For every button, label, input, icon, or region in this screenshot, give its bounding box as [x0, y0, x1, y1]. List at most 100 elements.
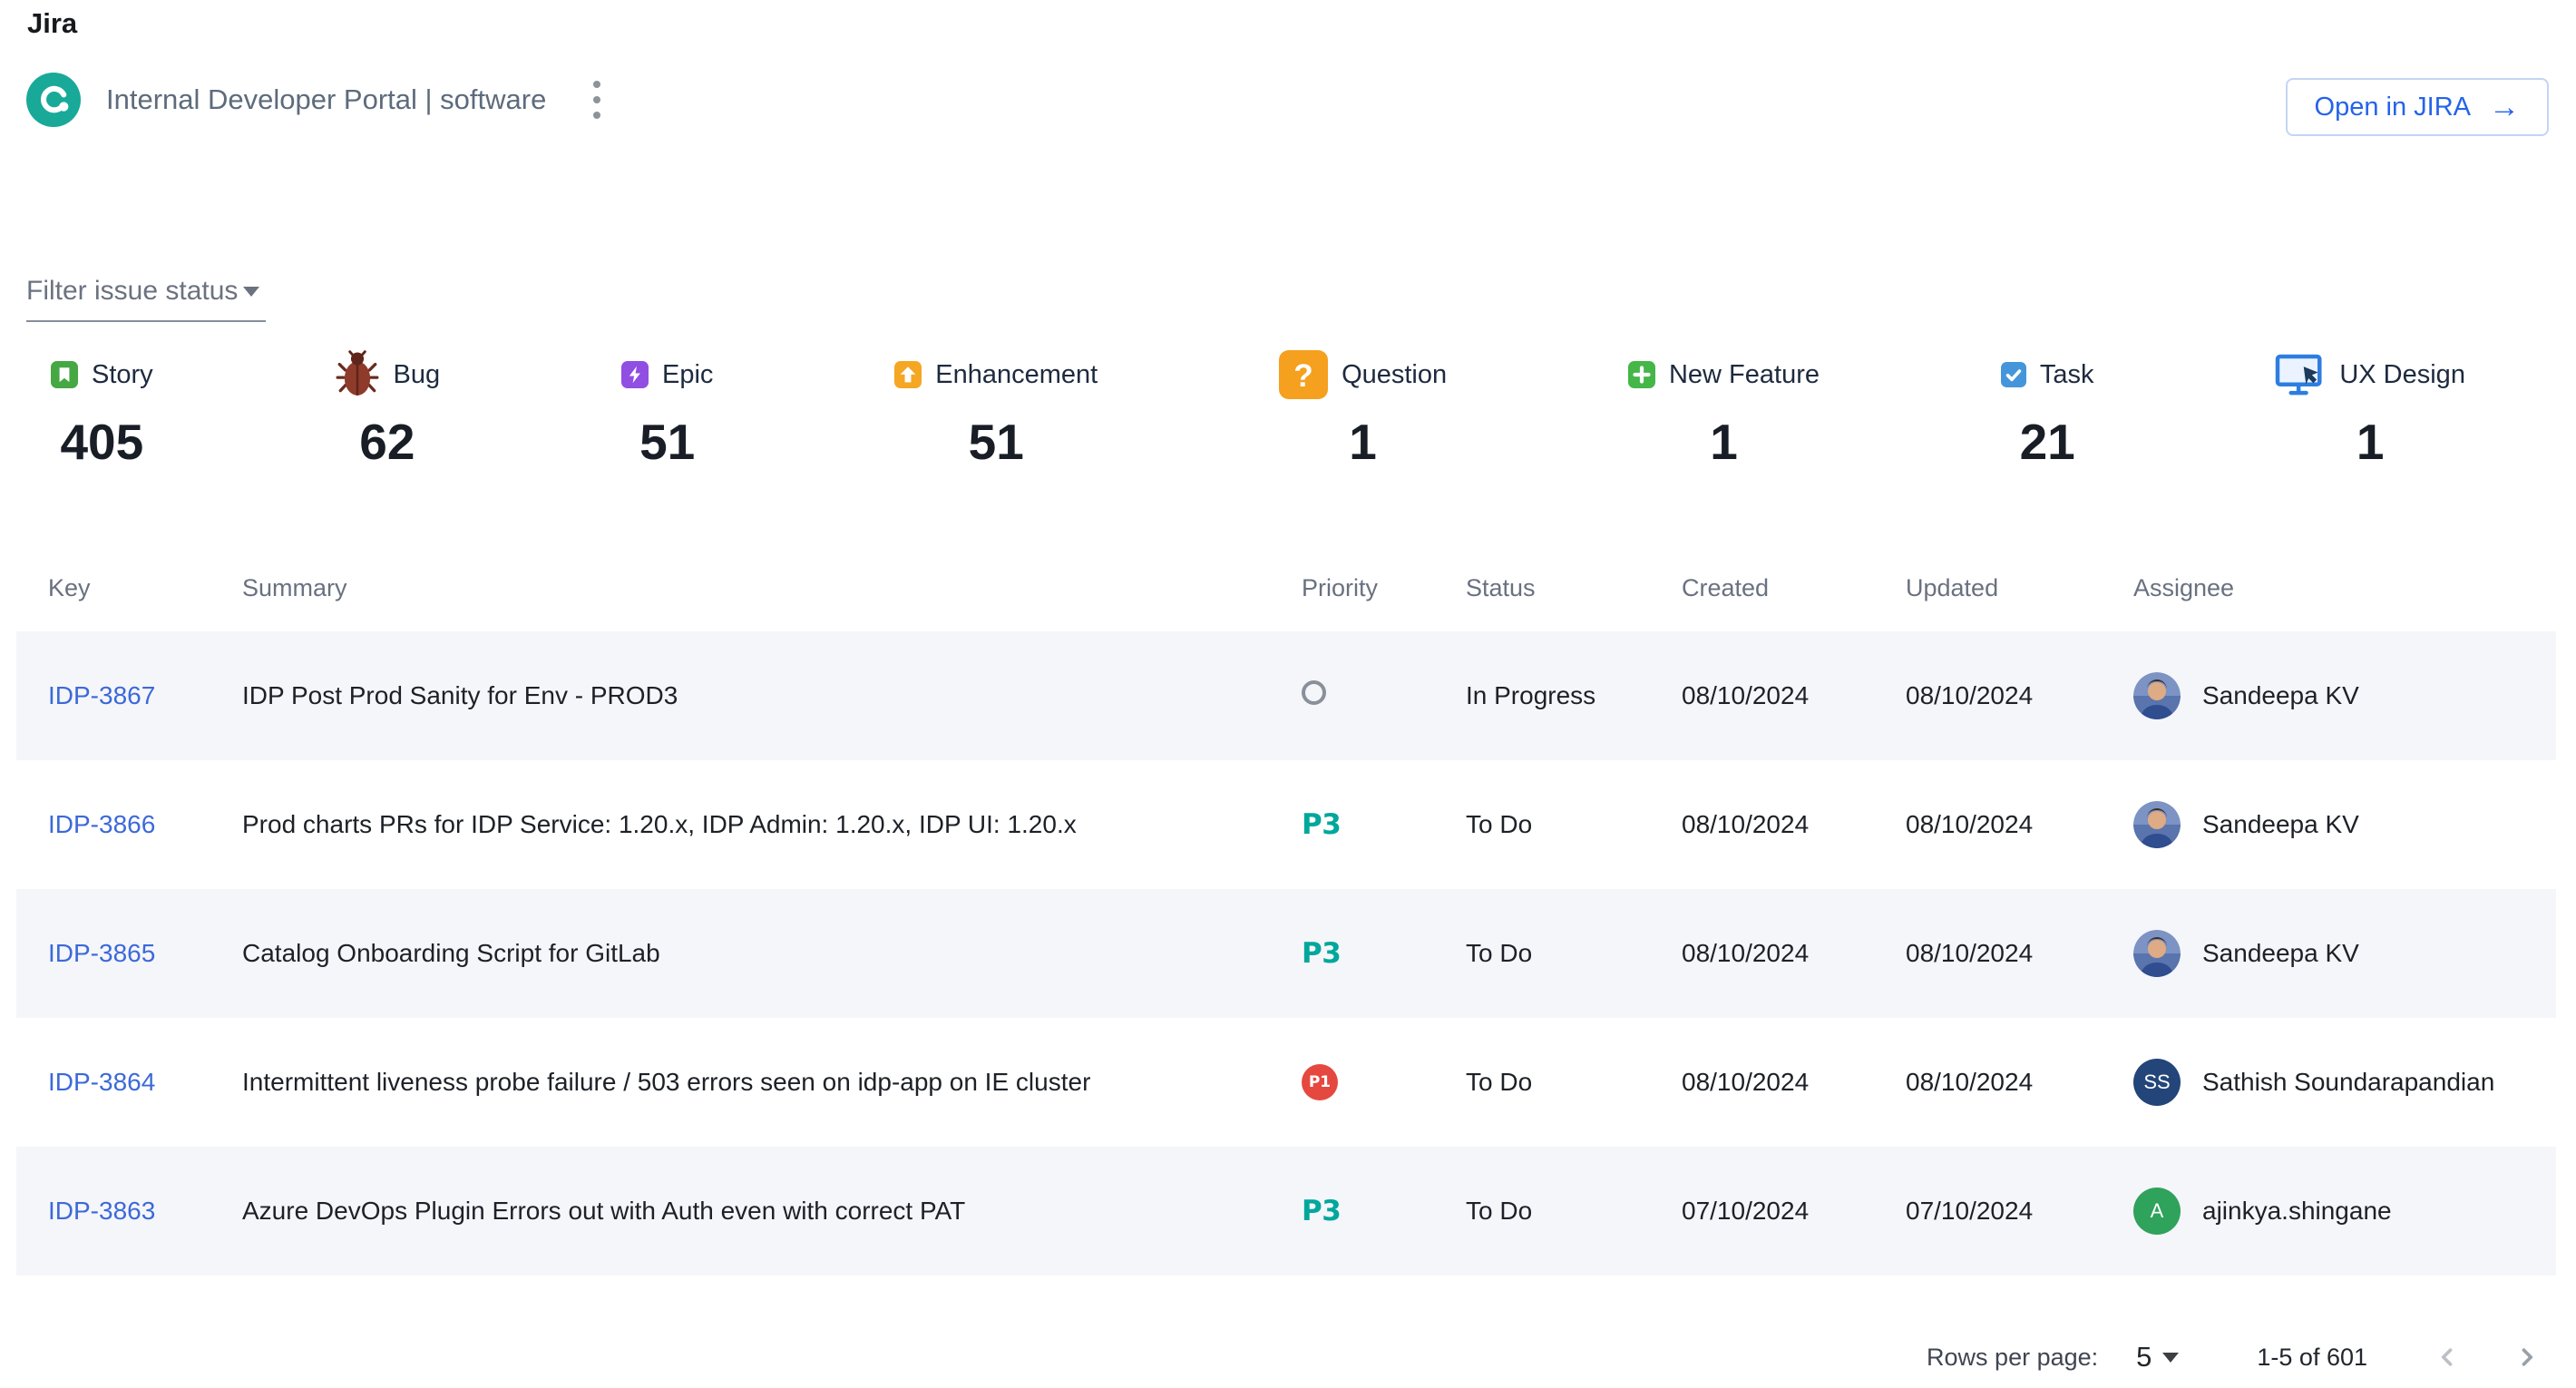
issue-status: To Do	[1466, 1197, 1682, 1226]
filter-label: Filter issue status	[26, 276, 238, 307]
project-logo-icon	[26, 73, 81, 127]
task-icon	[2001, 362, 2026, 387]
open-in-jira-label: Open in JIRA	[2315, 93, 2471, 122]
column-header-created: Created	[1682, 574, 1906, 602]
issue-type-count: 62	[359, 414, 415, 471]
pager-controls	[2425, 1335, 2549, 1379]
assignee-name: Sandeepa KV	[2202, 939, 2359, 968]
issue-status: In Progress	[1466, 681, 1682, 710]
issue-counter: UX Design 1	[2275, 343, 2465, 471]
arrow-right-icon: →	[2489, 92, 2520, 122]
issue-counter: Story 405	[51, 343, 153, 471]
issue-counters: Story 405 Bug 62 Epic 51 Enhancement 51 …	[0, 343, 2576, 471]
avatar: SS	[2133, 1059, 2181, 1106]
column-header-assignee: Assignee	[2133, 574, 2556, 602]
issue-type-label: UX Design	[2339, 360, 2465, 390]
issue-key-link[interactable]: IDP-3865	[48, 939, 242, 968]
priority-p3-icon: P3	[1302, 1195, 1341, 1227]
priority-p3-icon: P3	[1302, 808, 1341, 841]
open-in-jira-button[interactable]: Open in JIRA →	[2286, 78, 2549, 136]
filter-issue-status-dropdown[interactable]: Filter issue status	[26, 276, 266, 322]
chevron-down-icon	[243, 287, 259, 297]
issue-summary: IDP Post Prod Sanity for Env - PROD3	[242, 681, 1302, 710]
issue-summary: Catalog Onboarding Script for GitLab	[242, 939, 1302, 968]
assignee-name: Sathish Soundarapandian	[2202, 1068, 2494, 1097]
issue-type-count: 51	[639, 414, 695, 471]
new-feature-icon	[1628, 361, 1655, 388]
issue-created-date: 08/10/2024	[1682, 810, 1906, 839]
assignee-cell: Sandeepa KV	[2133, 672, 2556, 719]
issue-counter: New Feature 1	[1628, 343, 1820, 471]
story-icon	[51, 361, 78, 388]
avatar	[2133, 672, 2181, 719]
issue-status: To Do	[1466, 1068, 1682, 1097]
issue-type-count: 1	[2356, 414, 2385, 471]
issue-summary: Intermittent liveness probe failure / 50…	[242, 1068, 1302, 1097]
avatar	[2133, 801, 2181, 848]
table-row[interactable]: IDP-3866 Prod charts PRs for IDP Service…	[16, 760, 2556, 889]
issue-key-link[interactable]: IDP-3866	[48, 810, 242, 839]
column-header-summary: Summary	[242, 574, 1302, 602]
column-header-priority: Priority	[1302, 574, 1466, 602]
issue-summary: Azure DevOps Plugin Errors out with Auth…	[242, 1197, 1302, 1226]
priority-cell: P3	[1302, 1195, 1466, 1227]
issue-key-link[interactable]: IDP-3864	[48, 1068, 242, 1097]
issue-created-date: 08/10/2024	[1682, 681, 1906, 710]
column-header-key: Key	[48, 574, 242, 602]
issue-created-date: 08/10/2024	[1682, 939, 1906, 968]
bug-icon	[335, 350, 380, 399]
rows-per-page-select[interactable]: 5	[2136, 1341, 2179, 1373]
issue-counter: Epic 51	[621, 343, 713, 471]
assignee-name: Sandeepa KV	[2202, 681, 2359, 710]
issue-type-label: Question	[1342, 360, 1447, 390]
issue-type-label: Bug	[394, 360, 441, 390]
assignee-cell: SS Sathish Soundarapandian	[2133, 1059, 2556, 1106]
entity-header: Internal Developer Portal | software	[26, 73, 608, 127]
issue-status: To Do	[1466, 810, 1682, 839]
issue-updated-date: 08/10/2024	[1906, 939, 2133, 968]
priority-p3-icon: P3	[1302, 937, 1341, 970]
previous-page-button[interactable]	[2425, 1335, 2469, 1379]
issue-updated-date: 07/10/2024	[1906, 1197, 2133, 1226]
issue-type-count: 51	[969, 414, 1024, 471]
table-row[interactable]: IDP-3864 Intermittent liveness probe fai…	[16, 1018, 2556, 1147]
svg-text:?: ?	[1293, 358, 1312, 394]
issue-type-count: 1	[1349, 414, 1377, 471]
assignee-name: Sandeepa KV	[2202, 810, 2359, 839]
issue-type-count: 405	[60, 414, 143, 471]
table-row[interactable]: IDP-3865 Catalog Onboarding Script for G…	[16, 889, 2556, 1018]
table-header: KeySummaryPriorityStatusCreatedUpdatedAs…	[16, 544, 2556, 631]
issue-type-label: Task	[2040, 360, 2094, 390]
next-page-button[interactable]	[2505, 1335, 2549, 1379]
issue-updated-date: 08/10/2024	[1906, 1068, 2133, 1097]
issue-key-link[interactable]: IDP-3867	[48, 681, 242, 710]
assignee-cell: A ajinkya.shingane	[2133, 1188, 2556, 1235]
issue-counter: ? Question 1	[1279, 343, 1447, 471]
issues-table: KeySummaryPriorityStatusCreatedUpdatedAs…	[16, 544, 2556, 1276]
assignee-name: ajinkya.shingane	[2202, 1197, 2392, 1226]
table-row[interactable]: IDP-3867 IDP Post Prod Sanity for Env - …	[16, 631, 2556, 760]
priority-none-icon	[1302, 680, 1326, 705]
priority-cell	[1302, 680, 1466, 711]
issue-type-count: 1	[1710, 414, 1738, 471]
priority-p1-icon: P1	[1302, 1064, 1338, 1100]
enhancement-icon	[894, 361, 922, 388]
priority-cell: P3	[1302, 937, 1466, 970]
issue-updated-date: 08/10/2024	[1906, 681, 2133, 710]
epic-icon	[621, 361, 649, 388]
avatar	[2133, 930, 2181, 977]
issue-updated-date: 08/10/2024	[1906, 810, 2133, 839]
chevron-down-icon	[2162, 1353, 2179, 1363]
issue-created-date: 08/10/2024	[1682, 1068, 1906, 1097]
issue-created-date: 07/10/2024	[1682, 1197, 1906, 1226]
rows-per-page-label: Rows per page:	[1927, 1344, 2098, 1372]
issue-type-label: New Feature	[1669, 360, 1820, 390]
issue-counter: Enhancement 51	[894, 343, 1098, 471]
page-title: Jira	[27, 7, 77, 40]
more-options-icon[interactable]	[586, 73, 608, 126]
issue-counter: Task 21	[2001, 343, 2094, 471]
issue-type-label: Epic	[662, 360, 713, 390]
column-header-updated: Updated	[1906, 574, 2133, 602]
table-row[interactable]: IDP-3863 Azure DevOps Plugin Errors out …	[16, 1147, 2556, 1276]
issue-key-link[interactable]: IDP-3863	[48, 1197, 242, 1226]
